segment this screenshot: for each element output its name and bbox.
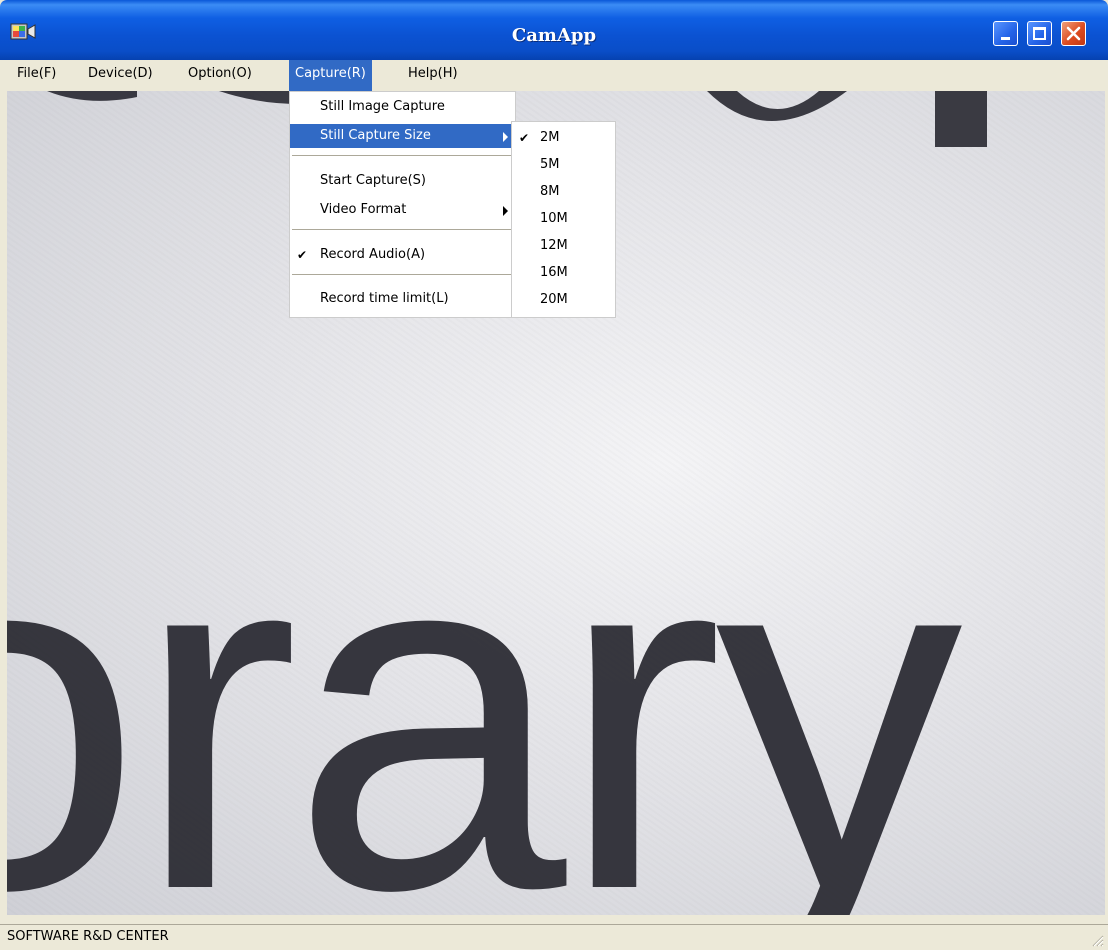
menu-record-audio[interactable]: ✔ Record Audio(A): [290, 243, 515, 267]
submenu-arrow-icon: [503, 132, 508, 142]
window-left-border: [0, 91, 7, 915]
close-icon: [1066, 26, 1081, 41]
menu-capture[interactable]: Capture(R): [289, 60, 372, 91]
menu-still-image-capture[interactable]: Still Image Capture: [290, 95, 515, 119]
menu-record-time-limit[interactable]: Record time limit(L): [290, 287, 515, 311]
menu-still-capture-size[interactable]: Still Capture Size: [290, 124, 515, 148]
menu-separator: [292, 274, 513, 276]
preview-text: orary: [7, 439, 963, 915]
status-bar: SOFTWARE R&D CENTER: [0, 924, 1108, 950]
menu-video-format[interactable]: Video Format: [290, 198, 515, 222]
checkmark-icon: ✔: [297, 248, 308, 262]
minimize-button[interactable]: [993, 21, 1018, 46]
menu-separator: [292, 155, 513, 157]
submenu-size-10m[interactable]: 10M: [512, 206, 615, 232]
menu-option[interactable]: Option(O): [182, 60, 258, 91]
status-text: SOFTWARE R&D CENTER: [7, 929, 169, 944]
maximize-button[interactable]: [1027, 21, 1052, 46]
title-bar[interactable]: CamApp: [0, 0, 1108, 60]
submenu-size-2m[interactable]: ✔ 2M: [512, 125, 615, 151]
menu-start-capture[interactable]: Start Capture(S): [290, 169, 515, 193]
window-title: CamApp: [511, 25, 597, 46]
submenu-size-5m[interactable]: 5M: [512, 152, 615, 178]
submenu-size-16m[interactable]: 16M: [512, 260, 615, 286]
menu-device[interactable]: Device(D): [82, 60, 159, 91]
close-button[interactable]: [1061, 21, 1086, 46]
submenu-size-8m[interactable]: 8M: [512, 179, 615, 205]
submenu-size-20m[interactable]: 20M: [512, 287, 615, 313]
submenu-size-12m[interactable]: 12M: [512, 233, 615, 259]
capture-menu: Still Image Capture Still Capture Size S…: [289, 91, 516, 318]
menu-separator: [292, 229, 513, 231]
submenu-arrow-icon: [503, 206, 508, 216]
menu-help[interactable]: Help(H): [402, 60, 464, 91]
checkmark-icon: ✔: [519, 131, 530, 145]
menu-file[interactable]: File(F): [11, 60, 62, 91]
resize-grip-icon[interactable]: [1090, 933, 1104, 947]
menu-bar: File(F) Device(D) Option(O) Capture(R) H…: [0, 60, 1108, 91]
capture-size-submenu: ✔ 2M 5M 8M 10M 12M 16M 20M: [511, 121, 616, 318]
